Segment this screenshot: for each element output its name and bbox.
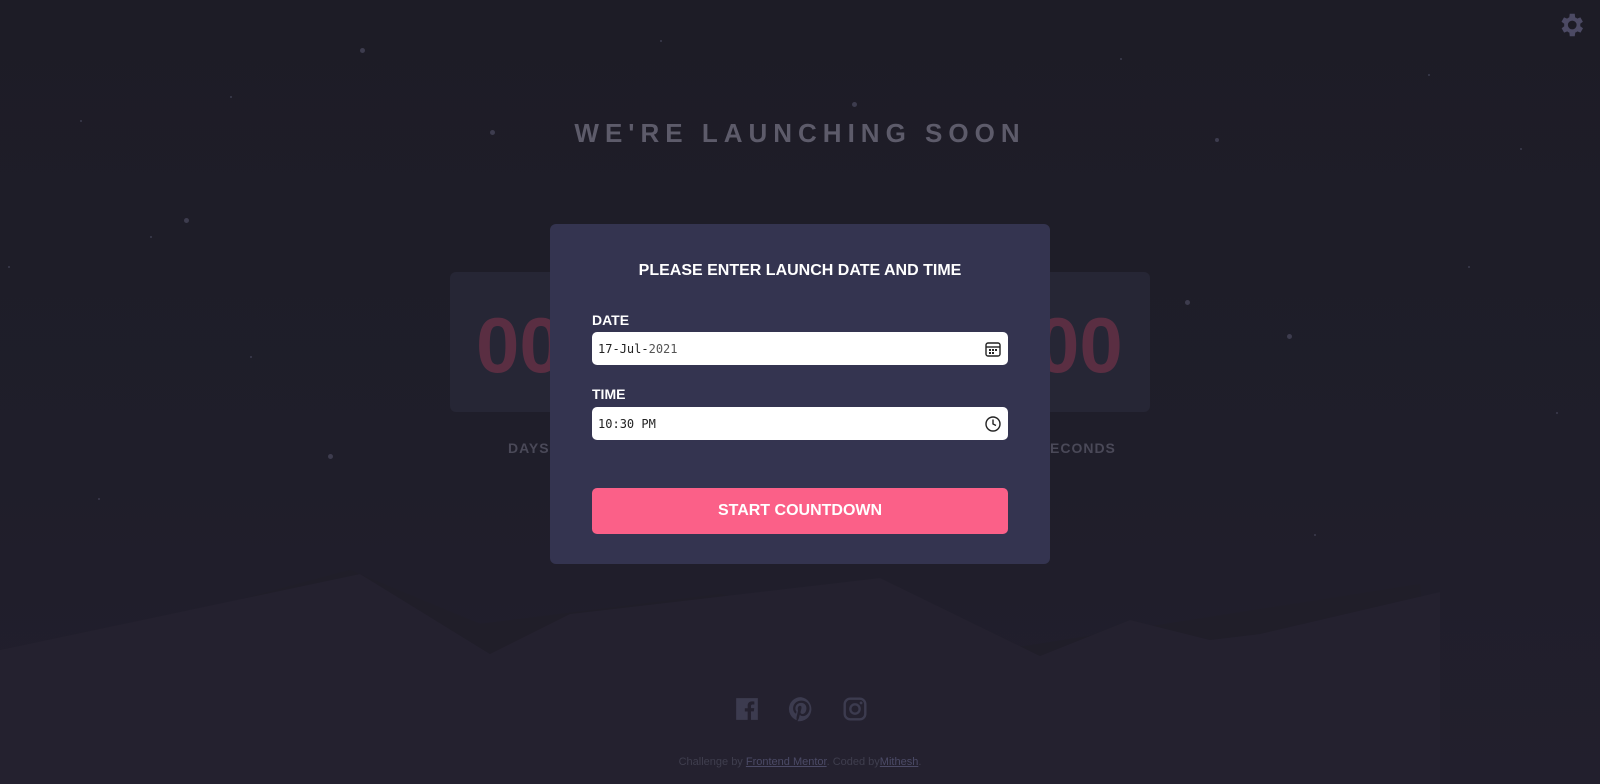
time-label: TIME: [592, 386, 626, 402]
star: [1314, 534, 1316, 536]
date-input[interactable]: 17-Jul-2021: [592, 332, 1008, 365]
date-year[interactable]: 2021: [649, 342, 678, 356]
launch-date-modal: PLEASE ENTER LAUNCH DATE AND TIME DATE 1…: [550, 224, 1050, 564]
star: [360, 48, 365, 53]
star: [250, 356, 252, 358]
credit-prefix: Challenge by: [678, 756, 746, 768]
credit-mid: . Coded by: [826, 756, 880, 768]
page: WE'RE LAUNCHING SOON 00 00 DAYS ECONDS P…: [0, 0, 1600, 784]
calendar-icon[interactable]: [984, 340, 1002, 358]
gear-icon[interactable]: [1556, 10, 1586, 40]
date-month[interactable]: Jul: [620, 342, 642, 356]
star: [98, 498, 100, 500]
star: [1287, 334, 1292, 339]
star: [150, 236, 152, 238]
date-separator: -: [641, 341, 649, 356]
instagram-icon[interactable]: [842, 696, 868, 722]
time-ampm[interactable]: PM: [641, 417, 655, 431]
date-value: 17-Jul-2021: [598, 342, 984, 356]
page-title: WE'RE LAUNCHING SOON: [574, 118, 1026, 148]
frontend-mentor-link[interactable]: Frontend Mentor: [746, 756, 827, 768]
date-day[interactable]: 17: [598, 342, 612, 356]
mountains-illustration: [0, 570, 1440, 784]
clock-icon[interactable]: [984, 415, 1002, 433]
credit-suffix: .: [918, 756, 922, 768]
social-links: [734, 696, 868, 722]
star: [328, 454, 333, 459]
date-label: DATE: [592, 312, 630, 328]
time-hour[interactable]: 10: [598, 417, 612, 431]
star: [1468, 266, 1470, 268]
seconds-label: ECONDS: [1050, 440, 1116, 456]
star: [8, 266, 10, 268]
star: [660, 40, 662, 42]
start-countdown-button[interactable]: START COUNTDOWN: [592, 488, 1008, 534]
star: [230, 96, 232, 98]
time-minute[interactable]: 30: [620, 417, 634, 431]
time-separator: :: [612, 416, 620, 431]
star: [1185, 300, 1190, 305]
author-link[interactable]: Mithesh: [880, 756, 919, 768]
days-label: DAYS: [508, 440, 550, 456]
attribution: Challenge by Frontend Mentor. Coded byMi…: [0, 756, 1600, 768]
star: [1556, 412, 1558, 414]
star: [1428, 74, 1430, 76]
pinterest-icon[interactable]: [788, 696, 814, 722]
facebook-icon[interactable]: [734, 696, 760, 722]
star: [1120, 58, 1122, 60]
star: [184, 218, 189, 223]
date-separator: -: [612, 341, 620, 356]
modal-title: PLEASE ENTER LAUNCH DATE AND TIME: [638, 262, 962, 279]
star: [852, 102, 857, 107]
time-input[interactable]: 10:30 PM: [592, 407, 1008, 440]
time-value: 10:30 PM: [598, 417, 984, 431]
